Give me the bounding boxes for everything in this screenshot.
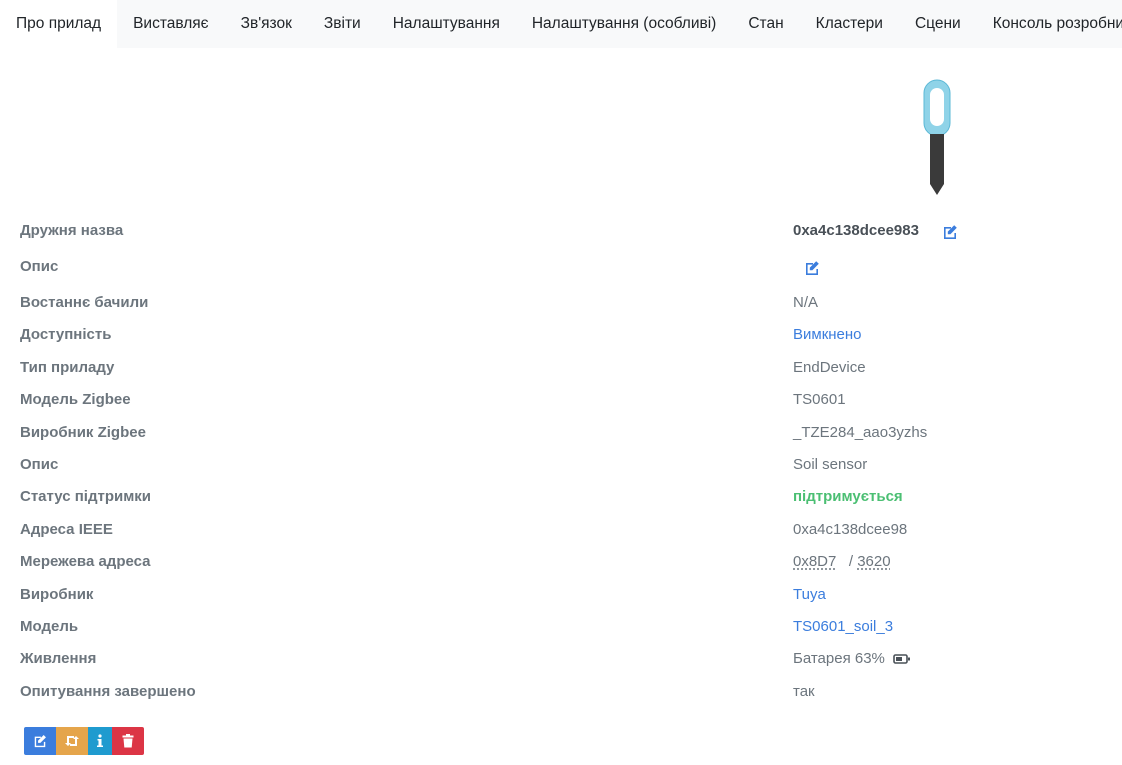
manufacturer-label: Виробник <box>20 586 94 603</box>
interview-completed-label: Опитування завершено <box>20 683 196 700</box>
friendly-name-label: Дружня назва <box>20 222 124 239</box>
last-seen-label: Востаннє бачили <box>20 294 149 311</box>
device-tabs: Про прилад Виставляє Зв'язок Звіти Налаш… <box>0 0 1122 48</box>
support-status-value: підтримується <box>793 488 903 505</box>
availability-link[interactable]: Вимкнено <box>793 322 862 348</box>
row-friendly-name: Дружня назва 0xa4c138dcee983 <box>20 218 1110 244</box>
support-status-label: Статус підтримки <box>20 488 152 505</box>
row-power: Живлення Батарея 63% <box>20 646 1110 672</box>
row-description-text: Опис Soil sensor <box>20 452 1110 478</box>
network-address-dec: 3620 <box>857 553 891 570</box>
zigbee-manufacturer-label: Виробник Zigbee <box>20 424 146 441</box>
tab-state[interactable]: Стан <box>732 0 799 48</box>
description-label: Опис <box>20 258 59 275</box>
tab-about[interactable]: Про прилад <box>0 0 118 48</box>
row-zigbee-model: Модель Zigbee TS0601 <box>20 387 1110 413</box>
edit-description-icon[interactable] <box>804 259 820 276</box>
tab-exposes[interactable]: Виставляє <box>117 0 225 48</box>
row-network-address: Мережева адреса 0x8D7 / 3620 <box>20 549 1110 575</box>
ieee-address-label: Адреса IEEE <box>20 521 113 538</box>
tab-reporting[interactable]: Звіти <box>308 0 377 48</box>
row-interview-completed: Опитування завершено так <box>20 679 1110 705</box>
row-support-status: Статус підтримки підтримується <box>20 484 1110 510</box>
device-type-value: EndDevice <box>793 359 866 376</box>
tab-settings-specific[interactable]: Налаштування (особливі) <box>516 0 733 48</box>
retweet-icon <box>65 736 79 746</box>
power-label: Живлення <box>20 650 97 667</box>
tab-bind[interactable]: Зв'язок <box>225 0 308 48</box>
row-ieee-address: Адреса IEEE 0xa4c138dcee98 <box>20 517 1110 543</box>
row-manufacturer: Виробник Tuya <box>20 582 1110 608</box>
reconfigure-button[interactable] <box>56 727 88 755</box>
tab-clusters[interactable]: Кластери <box>800 0 899 48</box>
battery-half-icon <box>893 654 911 664</box>
ieee-address-value: 0xa4c138dcee98 <box>793 521 908 538</box>
remove-button[interactable] <box>112 727 144 755</box>
model-label: Модель <box>20 618 79 635</box>
network-address-hex: 0x8D7 <box>793 553 837 570</box>
network-address-separator: / <box>848 553 854 570</box>
tab-scenes[interactable]: Сцени <box>899 0 977 48</box>
interview-completed-value: так <box>793 683 815 700</box>
info-icon <box>97 734 103 747</box>
friendly-name-value: 0xa4c138dcee983 <box>793 222 919 239</box>
row-zigbee-manufacturer: Виробник Zigbee _TZE284_aao3yzhs <box>20 420 1110 446</box>
tab-settings[interactable]: Налаштування <box>377 0 516 48</box>
manufacturer-link[interactable]: Tuya <box>793 582 826 608</box>
availability-label: Доступність <box>20 326 112 343</box>
device-actions <box>24 727 144 755</box>
interview-button[interactable] <box>88 727 112 755</box>
network-address-value: 0x8D7 / 3620 <box>793 549 891 575</box>
row-model: Модель TS0601_soil_3 <box>20 614 1110 640</box>
row-last-seen: Востаннє бачили N/A <box>20 290 1110 316</box>
zigbee-manufacturer-value: _TZE284_aao3yzhs <box>793 424 928 441</box>
edit-icon <box>34 735 46 748</box>
power-value: Батарея 63% <box>793 646 911 672</box>
rename-button[interactable] <box>24 727 56 755</box>
row-availability: Доступність Вимкнено <box>20 322 1110 348</box>
trash-icon <box>122 734 134 748</box>
zigbee-model-label: Модель Zigbee <box>20 391 131 408</box>
row-description: Опис <box>20 254 1110 280</box>
network-address-label: Мережева адреса <box>20 553 151 570</box>
device-type-label: Тип приладу <box>20 359 115 376</box>
tab-dev-console[interactable]: Консоль розробника <box>977 0 1122 48</box>
edit-friendly-name-icon[interactable] <box>942 223 958 240</box>
zigbee-model-value: TS0601 <box>793 391 846 408</box>
power-text: Батарея 63% <box>793 650 885 667</box>
soil-sensor-device-image <box>923 79 951 195</box>
row-device-type: Тип приладу EndDevice <box>20 355 1110 381</box>
model-link[interactable]: TS0601_soil_3 <box>793 614 893 640</box>
description-text-label: Опис <box>20 456 59 473</box>
last-seen-value: N/A <box>793 294 819 311</box>
description-text-value: Soil sensor <box>793 456 868 473</box>
